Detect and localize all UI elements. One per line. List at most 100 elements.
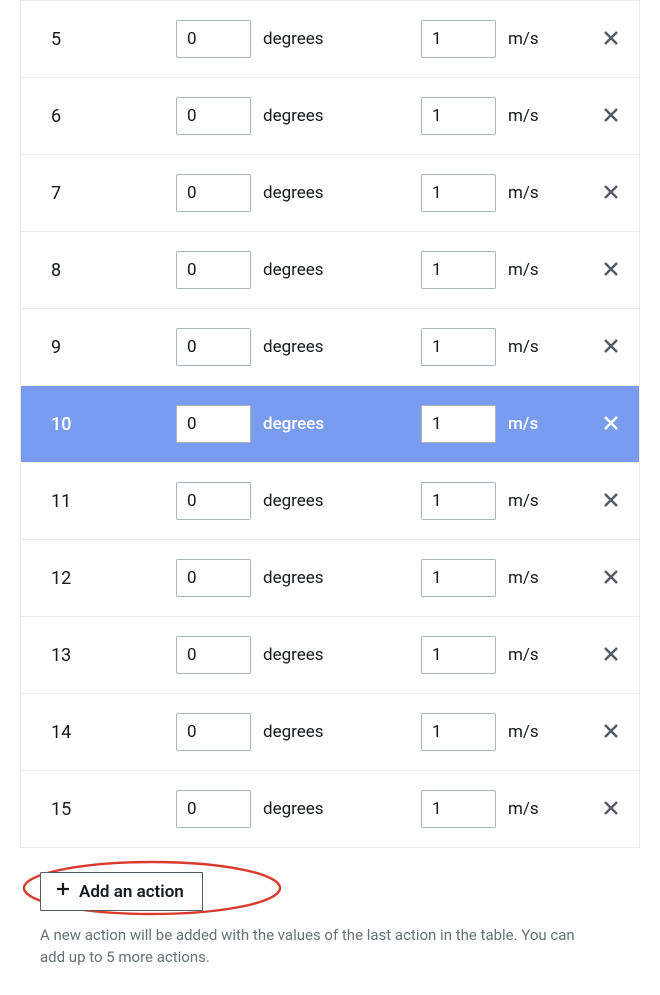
row-index: 8 (21, 260, 176, 281)
close-icon (602, 491, 620, 512)
row-index: 13 (21, 645, 176, 666)
row-index: 14 (21, 722, 176, 743)
plus-icon (55, 881, 71, 902)
speed-unit-label: m/s (508, 799, 539, 819)
close-cell (591, 410, 631, 439)
degrees-unit-label: degrees (263, 645, 324, 665)
row-index: 6 (21, 106, 176, 127)
speed-input[interactable] (421, 636, 496, 674)
degrees-cell: degrees (176, 790, 421, 828)
speed-cell: m/s (421, 713, 591, 751)
degrees-unit-label: degrees (263, 260, 324, 280)
close-cell (591, 256, 631, 285)
degrees-input[interactable] (176, 174, 251, 212)
row-index: 15 (21, 799, 176, 820)
remove-row-button[interactable] (598, 102, 624, 131)
remove-row-button[interactable] (598, 641, 624, 670)
table-row[interactable]: 5degreesm/s (21, 0, 639, 77)
speed-input[interactable] (421, 482, 496, 520)
close-icon (602, 183, 620, 204)
close-cell (591, 795, 631, 824)
speed-input[interactable] (421, 790, 496, 828)
speed-cell: m/s (421, 405, 591, 443)
close-icon (602, 645, 620, 666)
below-table-section: Add an action A new action will be added… (0, 848, 660, 989)
row-index: 9 (21, 337, 176, 358)
degrees-input[interactable] (176, 405, 251, 443)
speed-unit-label: m/s (508, 491, 539, 511)
degrees-cell: degrees (176, 559, 421, 597)
speed-unit-label: m/s (508, 183, 539, 203)
degrees-input[interactable] (176, 251, 251, 289)
table-row[interactable]: 12degreesm/s (21, 539, 639, 616)
close-cell (591, 641, 631, 670)
remove-row-button[interactable] (598, 795, 624, 824)
table-row[interactable]: 14degreesm/s (21, 693, 639, 770)
remove-row-button[interactable] (598, 333, 624, 362)
table-row[interactable]: 7degreesm/s (21, 154, 639, 231)
degrees-unit-label: degrees (263, 491, 324, 511)
action-table: 5degreesm/s6degreesm/s7degreesm/s8degree… (20, 0, 640, 848)
degrees-input[interactable] (176, 559, 251, 597)
speed-unit-label: m/s (508, 414, 538, 434)
degrees-input[interactable] (176, 482, 251, 520)
remove-row-button[interactable] (598, 410, 624, 439)
close-icon (602, 106, 620, 127)
close-icon (602, 722, 620, 743)
degrees-unit-label: degrees (263, 568, 324, 588)
degrees-cell: degrees (176, 405, 421, 443)
degrees-input[interactable] (176, 713, 251, 751)
speed-cell: m/s (421, 328, 591, 366)
table-row[interactable]: 6degreesm/s (21, 77, 639, 154)
close-icon (602, 799, 620, 820)
close-cell (591, 718, 631, 747)
remove-row-button[interactable] (598, 564, 624, 593)
degrees-input[interactable] (176, 328, 251, 366)
degrees-unit-label: degrees (263, 799, 324, 819)
speed-input[interactable] (421, 405, 496, 443)
close-icon (602, 260, 620, 281)
speed-cell: m/s (421, 636, 591, 674)
remove-row-button[interactable] (598, 25, 624, 54)
remove-row-button[interactable] (598, 179, 624, 208)
degrees-unit-label: degrees (263, 414, 324, 434)
remove-row-button[interactable] (598, 487, 624, 516)
table-row[interactable]: 15 degrees m/s (21, 770, 639, 847)
table-row[interactable]: 13 degrees m/s (21, 616, 639, 693)
degrees-input[interactable] (176, 636, 251, 674)
table-row[interactable]: 10 degrees m/s (21, 385, 639, 462)
close-icon (602, 568, 620, 589)
degrees-input[interactable] (176, 20, 251, 58)
speed-input[interactable] (421, 559, 496, 597)
degrees-unit-label: degrees (263, 183, 324, 203)
speed-input[interactable] (421, 20, 496, 58)
row-index: 10 (21, 414, 176, 435)
remove-row-button[interactable] (598, 718, 624, 747)
close-cell (591, 179, 631, 208)
degrees-input[interactable] (176, 97, 251, 135)
helper-text: A new action will be added with the valu… (40, 925, 600, 969)
degrees-cell: degrees (176, 97, 421, 135)
speed-input[interactable] (421, 713, 496, 751)
speed-cell: m/s (421, 482, 591, 520)
speed-input[interactable] (421, 174, 496, 212)
table-row[interactable]: 11degreesm/s (21, 462, 639, 539)
close-icon (602, 337, 620, 358)
speed-cell: m/s (421, 790, 591, 828)
degrees-cell: degrees (176, 482, 421, 520)
table-row[interactable]: 8 degrees m/s (21, 231, 639, 308)
degrees-unit-label: degrees (263, 29, 324, 49)
degrees-unit-label: degrees (263, 337, 324, 357)
remove-row-button[interactable] (598, 256, 624, 285)
speed-input[interactable] (421, 97, 496, 135)
speed-input[interactable] (421, 251, 496, 289)
table-row[interactable]: 9 degrees m/s (21, 308, 639, 385)
speed-cell: m/s (421, 20, 591, 58)
speed-cell: m/s (421, 97, 591, 135)
speed-unit-label: m/s (508, 260, 539, 280)
speed-input[interactable] (421, 328, 496, 366)
close-cell (591, 102, 631, 131)
add-action-button[interactable]: Add an action (40, 872, 203, 911)
row-index: 12 (21, 568, 176, 589)
degrees-input[interactable] (176, 790, 251, 828)
